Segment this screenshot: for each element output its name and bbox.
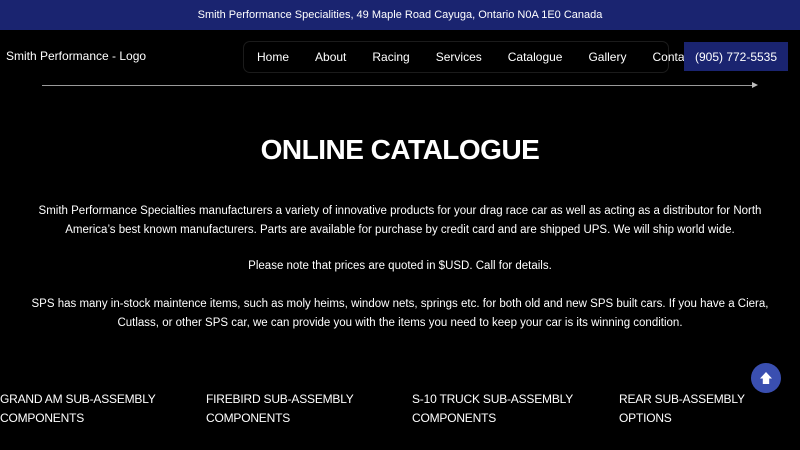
main-nav: Home About Racing Services Catalogue Gal… — [244, 42, 694, 72]
category-s10-truck[interactable]: S-10 TRUCK SUB-ASSEMBLY COMPONENTS — [412, 390, 592, 428]
address-text: Smith Performance Specialities, 49 Maple… — [197, 9, 603, 21]
category-firebird[interactable]: FIREBIRD SUB-ASSEMBLY COMPONENTS — [206, 390, 386, 428]
maintenance-paragraph: SPS has many in-stock maintence items, s… — [31, 298, 769, 329]
nav-catalogue[interactable]: Catalogue — [495, 42, 576, 72]
site-header: Smith Performance - Logo Home About Raci… — [0, 30, 800, 84]
pricing-note: Please note that prices are quoted in $U… — [248, 260, 552, 272]
intro-paragraph: Smith Performance Specialties manufactur… — [38, 205, 762, 236]
top-address-bar: Smith Performance Specialities, 49 Maple… — [0, 0, 800, 30]
divider-arrow-icon — [752, 82, 758, 88]
scroll-to-top-button[interactable] — [751, 363, 781, 393]
category-rear-options[interactable]: REAR SUB-ASSEMBLY OPTIONS — [619, 390, 800, 428]
page-title: ONLINE CATALOGUE — [260, 134, 540, 165]
site-logo[interactable]: Smith Performance - Logo — [6, 49, 146, 63]
arrow-up-icon — [760, 372, 772, 384]
nav-home[interactable]: Home — [244, 42, 302, 72]
nav-gallery[interactable]: Gallery — [575, 42, 639, 72]
nav-racing[interactable]: Racing — [359, 42, 422, 72]
category-grand-am[interactable]: GRAND AM SUB-ASSEMBLY COMPONENTS — [0, 390, 180, 428]
nav-about[interactable]: About — [302, 42, 359, 72]
phone-button[interactable]: (905) 772-5535 — [684, 42, 788, 71]
nav-services[interactable]: Services — [423, 42, 495, 72]
header-divider — [42, 85, 754, 86]
